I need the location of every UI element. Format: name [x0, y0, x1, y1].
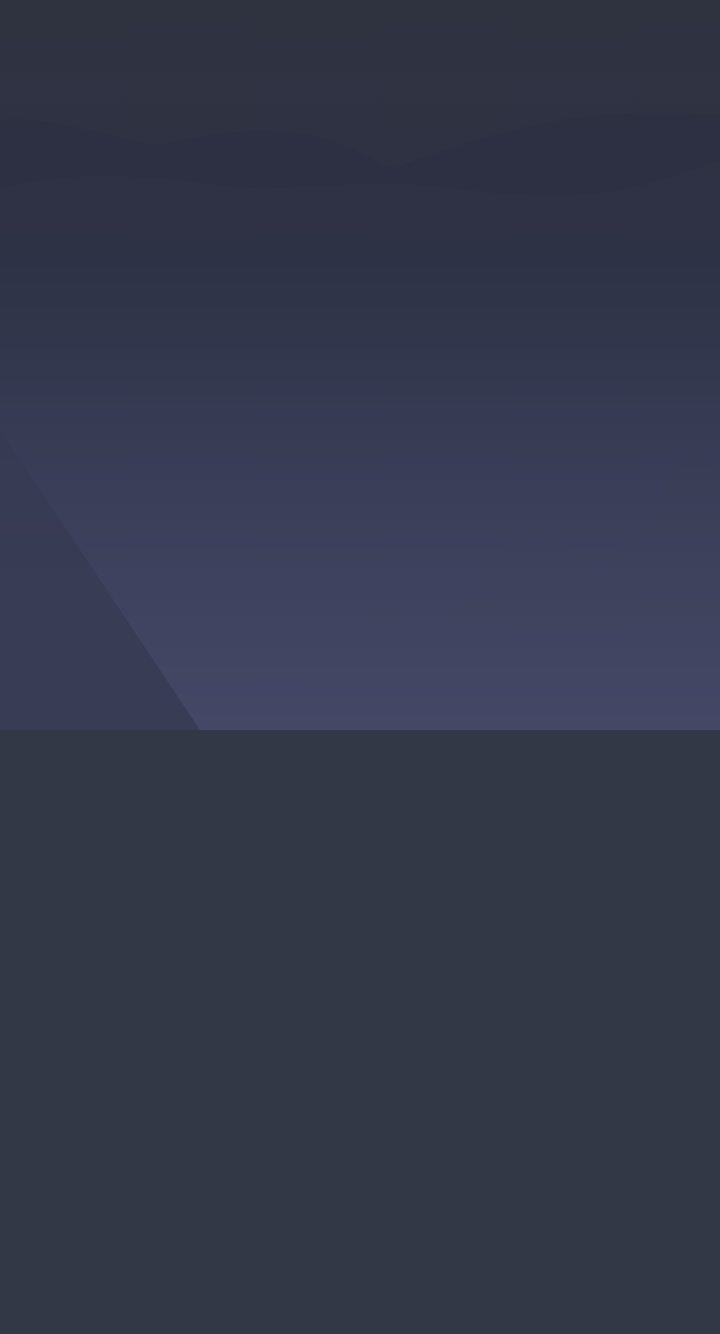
app-screen [0, 0, 720, 1334]
landscape-illustration [0, 0, 720, 730]
hero-background [0, 0, 720, 730]
ground-panel [0, 730, 720, 1334]
